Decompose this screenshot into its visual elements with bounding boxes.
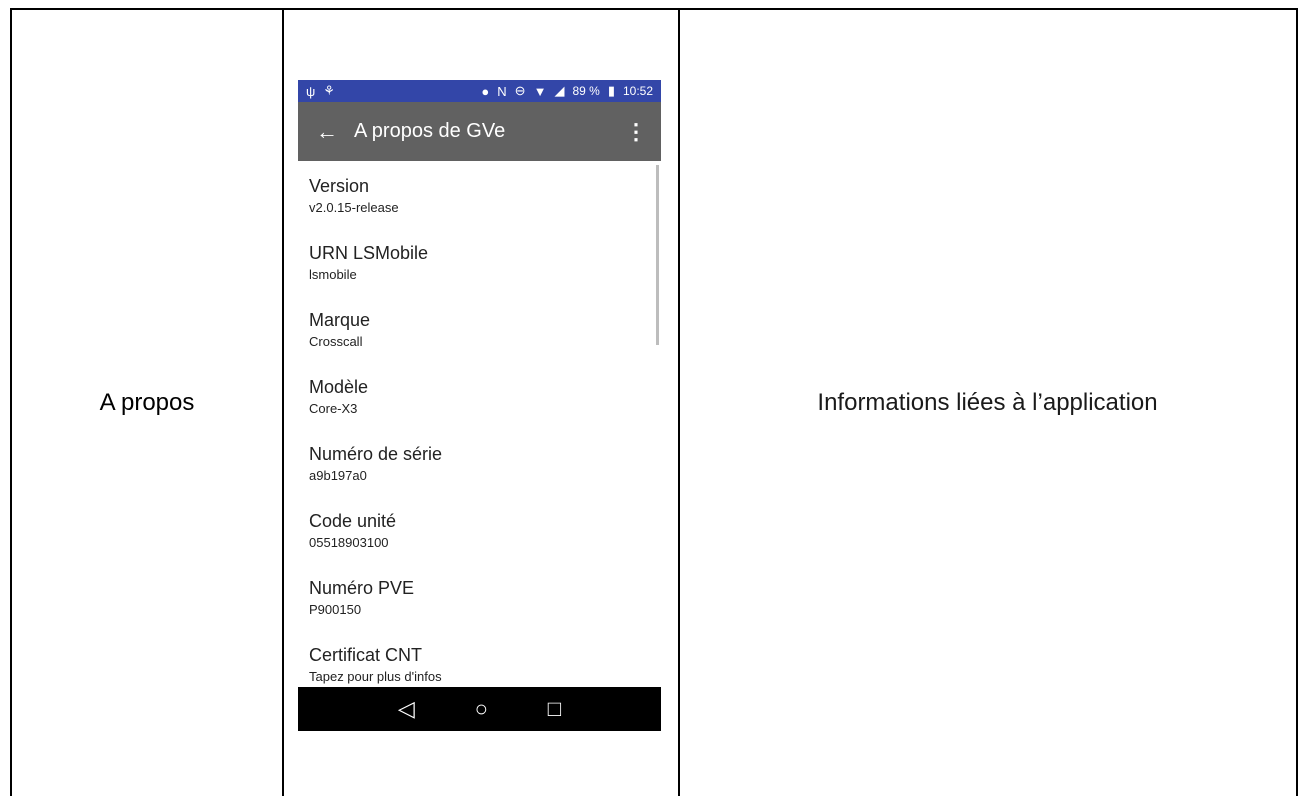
item-label: Modèle [309, 377, 369, 397]
android-nav-bar: ◁ ○ □ [298, 687, 661, 731]
home-circle-icon[interactable]: ○ [475, 696, 488, 722]
battery-icon: ▮ [607, 83, 615, 98]
list-item-urn[interactable]: URN LSMobile lsmobile [298, 228, 661, 295]
list-item-version[interactable]: Version v2.0.15-release [298, 161, 661, 228]
scrollbar[interactable] [656, 165, 659, 345]
item-value: v2.0.15-release [309, 200, 399, 215]
list-item-unit-code[interactable]: Code unité 05518903100 [298, 496, 661, 563]
item-label: Marque [309, 310, 371, 330]
item-value: 05518903100 [309, 535, 389, 550]
status-bar: ψ ⚘ ● N ⊖ ▼ ◢ 89 % ▮ 10:52 [298, 80, 661, 102]
wifi-icon: ▼ [533, 83, 547, 99]
list-item-brand[interactable]: Marque Crosscall [298, 295, 661, 362]
item-label: Numéro de série [309, 444, 443, 464]
about-list[interactable]: Version v2.0.15-release URN LSMobile lsm… [298, 161, 661, 687]
back-triangle-icon[interactable]: ◁ [398, 696, 415, 722]
row-description: Informations liées à l’application [817, 389, 1158, 416]
sync-icon: ⚘ [323, 83, 335, 98]
nfc-icon: N [497, 83, 507, 99]
phone-screenshot: ψ ⚘ ● N ⊖ ▼ ◢ 89 % ▮ 10:52 ← A propos de… [298, 80, 661, 731]
item-label: Code unité [309, 511, 397, 531]
item-value: Crosscall [309, 334, 363, 349]
item-value: a9b197a0 [309, 468, 367, 483]
table-right-border [1296, 8, 1298, 796]
battery-level: 89 % [572, 84, 600, 98]
item-label: URN LSMobile [309, 243, 429, 263]
item-value: Core-X3 [309, 401, 358, 416]
recents-square-icon[interactable]: □ [548, 696, 561, 722]
app-bar-title: A propos de GVe [354, 120, 506, 142]
item-label: Certificat CNT [309, 645, 423, 665]
do-not-disturb-icon: ⊖ [514, 83, 526, 98]
clock: 10:52 [622, 84, 653, 98]
arrow-back-icon[interactable]: ← [316, 119, 354, 145]
row-label: A propos [99, 389, 195, 416]
app-bar: ← A propos de GVe ⋮ [298, 102, 661, 161]
usb-icon: ψ [306, 83, 316, 99]
item-value: Tapez pour plus d'infos [309, 669, 442, 684]
table-divider-1 [282, 8, 284, 796]
list-item-certificate[interactable]: Certificat CNT Tapez pour plus d'infos [298, 630, 661, 687]
signal-icon: ◢ [554, 83, 565, 98]
item-label: Version [309, 176, 370, 196]
item-value: P900150 [309, 602, 362, 617]
location-icon: ● [481, 83, 490, 99]
list-item-pve[interactable]: Numéro PVE P900150 [298, 563, 661, 630]
item-value: lsmobile [309, 267, 357, 282]
item-label: Numéro PVE [309, 578, 415, 598]
more-vert-icon[interactable]: ⋮ [625, 119, 647, 145]
list-item-serial[interactable]: Numéro de série a9b197a0 [298, 429, 661, 496]
list-item-model[interactable]: Modèle Core-X3 [298, 362, 661, 429]
